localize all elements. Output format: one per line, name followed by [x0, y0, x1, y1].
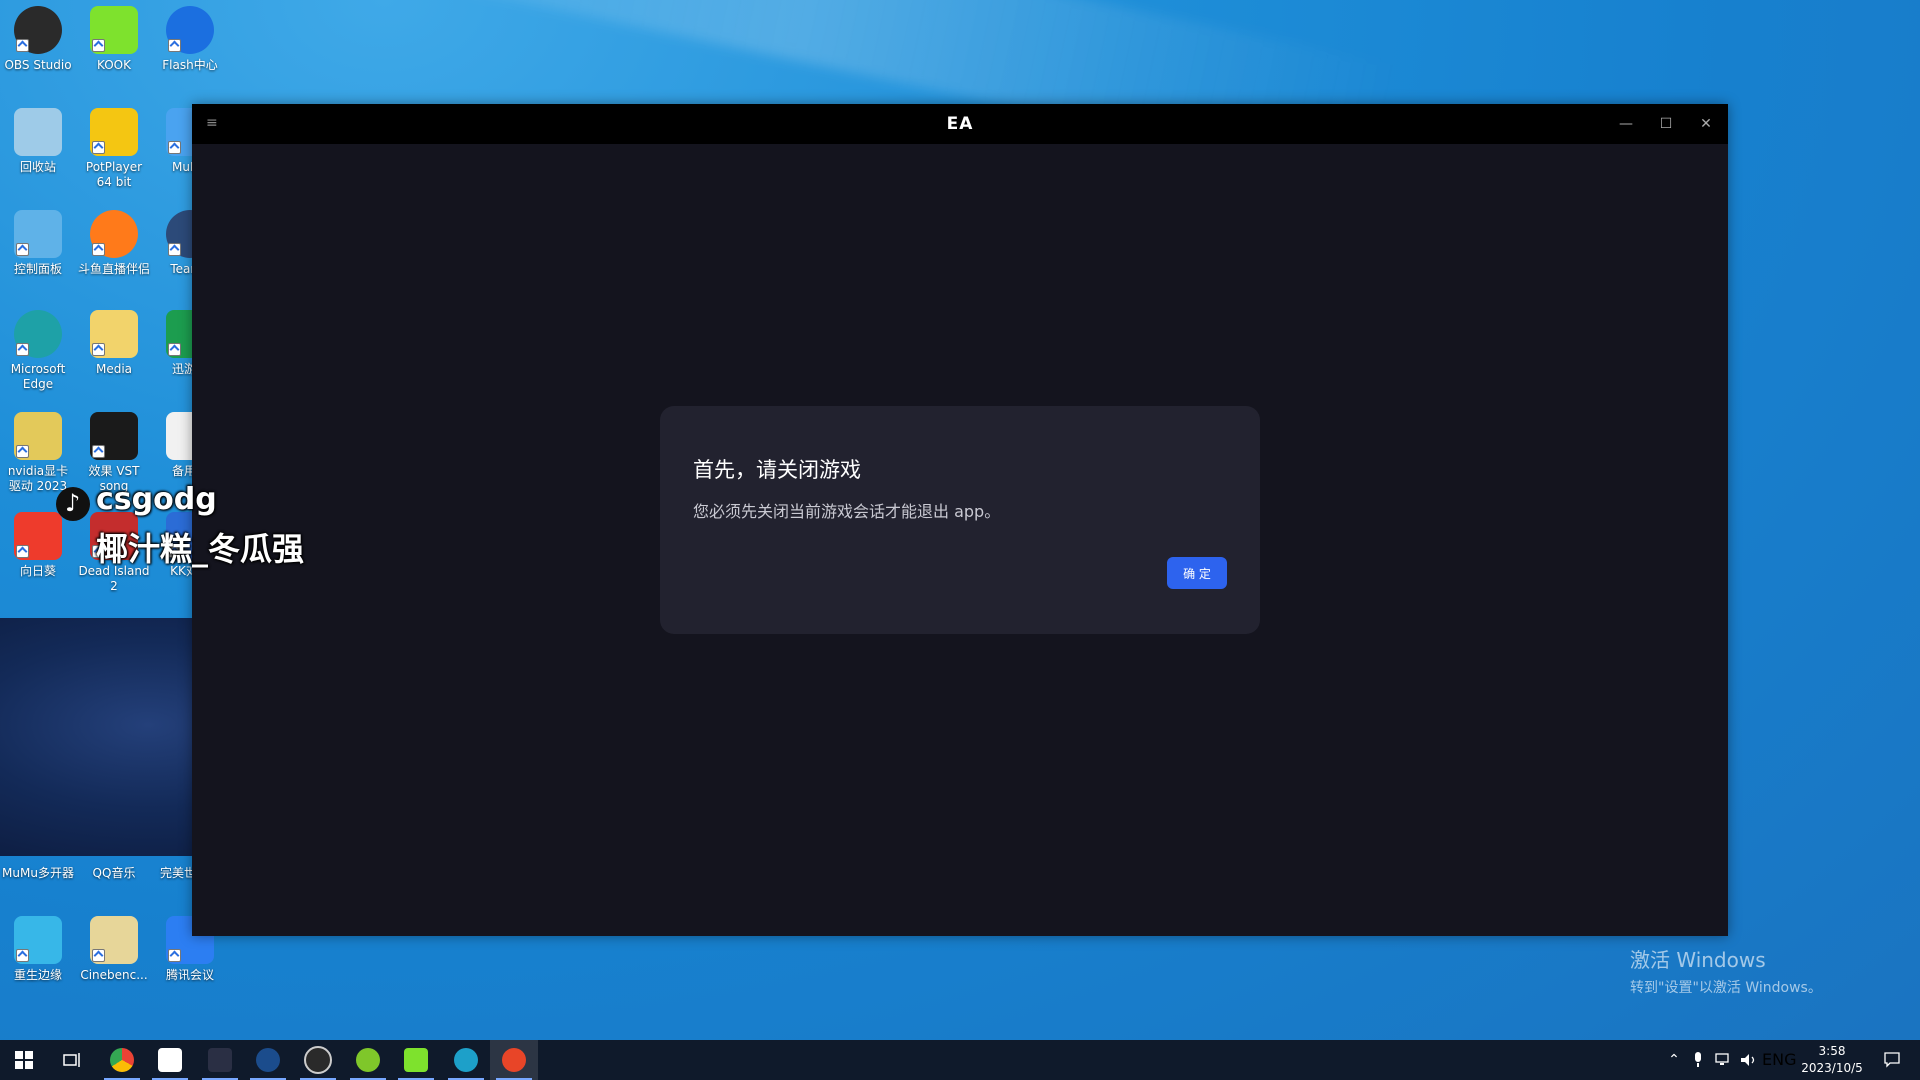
activate-subtitle: 转到"设置"以激活 Windows。: [1630, 980, 1822, 996]
desktop-icon-label: Cinebenc...: [80, 968, 148, 982]
douyu-icon: [90, 210, 138, 258]
potplayer-icon: [90, 108, 138, 156]
app-se-icon: [208, 1048, 232, 1072]
notification-icon: [1884, 1052, 1900, 1068]
recycle-bin-icon: [14, 108, 62, 156]
tiktok-subtitle: 椰汁糕_冬瓜强: [96, 530, 305, 568]
network-icon: [1715, 1053, 1729, 1065]
show-hidden-icons-button[interactable]: ⌃: [1664, 1040, 1684, 1080]
close-game-dialog: 首先，请关闭游戏 您必须先关闭当前游戏会话才能退出 app。 确 定: [660, 406, 1260, 634]
folder-icon: [14, 412, 62, 460]
taskbar-ea[interactable]: [490, 1040, 538, 1080]
desktop-icon-label: QQ音乐: [92, 866, 136, 880]
steam-icon: [256, 1048, 280, 1072]
minimize-button[interactable]: —: [1612, 112, 1640, 136]
control-panel-icon: [14, 210, 62, 258]
ea-titlebar: ≡ EA — ☐ ✕: [192, 104, 1728, 144]
taskbar-teal-app[interactable]: [442, 1040, 490, 1080]
ok-button[interactable]: 确 定: [1167, 557, 1227, 589]
dialog-title: 首先，请关闭游戏: [693, 458, 861, 482]
window-title: EA: [946, 114, 974, 134]
chrome-icon: [110, 1048, 134, 1072]
microphone-icon: [1695, 1052, 1701, 1067]
app-green-icon: [356, 1048, 380, 1072]
desktop-icon-control-panel[interactable]: 控制面板: [2, 210, 74, 277]
folder-icon: [90, 916, 138, 964]
obs-icon: [14, 6, 62, 54]
desktop-icon-mumu-multi[interactable]: MuMu多开器: [2, 866, 74, 881]
desktop-icon-label: 斗鱼直播伴侣: [78, 262, 151, 276]
rebirth-icon: [14, 916, 62, 964]
close-button[interactable]: ✕: [1692, 112, 1720, 136]
vst-icon: [90, 412, 138, 460]
obs-icon: [304, 1046, 332, 1074]
edge-icon: [14, 310, 62, 358]
taskbar-se[interactable]: [196, 1040, 244, 1080]
desktop-icon-sunlogin[interactable]: 向日葵: [2, 512, 74, 579]
taskbar-vst[interactable]: [146, 1040, 194, 1080]
ea-app-window: ≡ EA — ☐ ✕ 首先，请关闭游戏 您必须先关闭当前游戏会话才能退出 app…: [192, 104, 1728, 936]
desktop-icon-nvidia[interactable]: nvidia显卡驱动 2023: [2, 412, 74, 494]
start-button[interactable]: [0, 1040, 48, 1080]
desktop-icon-label: PotPlayer 64 bit: [85, 160, 143, 189]
input-language[interactable]: ENG: [1762, 1040, 1796, 1080]
tiktok-username: csgodg: [96, 482, 217, 517]
windows-logo-icon: [15, 1051, 33, 1069]
desktop-icon-potplayer[interactable]: PotPlayer 64 bit: [78, 108, 150, 190]
chevron-up-icon: ⌃: [1668, 1052, 1680, 1068]
desktop-icon-rebirth[interactable]: 重生边缘: [2, 916, 74, 983]
clock-date: 2023/10/5: [1801, 1061, 1863, 1075]
ea-icon: [502, 1048, 526, 1072]
activate-title: 激活 Windows: [1630, 948, 1766, 972]
tiktok-logo-icon: [56, 487, 90, 521]
notification-center-button[interactable]: [1874, 1040, 1910, 1080]
sunlogin-icon: [14, 512, 62, 560]
desktop-icon-media[interactable]: Media: [78, 310, 150, 377]
taskbar-green-app[interactable]: [344, 1040, 392, 1080]
taskbar-chrome[interactable]: [98, 1040, 146, 1080]
taskbar-kook[interactable]: [392, 1040, 440, 1080]
task-view-icon: [63, 1053, 80, 1067]
desktop-icon-qqmusic[interactable]: QQ音乐: [78, 866, 150, 881]
desktop-icon-edge[interactable]: Microsoft Edge: [2, 310, 74, 392]
app-teal-icon: [454, 1048, 478, 1072]
speaker-icon: [1741, 1054, 1755, 1066]
dialog-message: 您必须先关闭当前游戏会话才能退出 app。: [693, 502, 1001, 521]
activate-windows-watermark: 激活 Windows 转到"设置"以激活 Windows。: [1630, 944, 1822, 997]
desktop-icon-recycle-bin[interactable]: 回收站: [2, 108, 74, 175]
system-clock[interactable]: 3:58 2023/10/5: [1792, 1043, 1872, 1077]
desktop-icon-obs[interactable]: OBS Studio: [2, 6, 74, 73]
volume-tray[interactable]: [1738, 1040, 1760, 1080]
folder-icon: [90, 310, 138, 358]
taskbar: ⌃ ENG 3:58 2023/10/5: [0, 1040, 1920, 1080]
task-view-button[interactable]: [48, 1040, 96, 1080]
app-vst-icon: [158, 1048, 182, 1072]
desktop-icon-douyu[interactable]: 斗鱼直播伴侣: [78, 210, 150, 277]
kook-icon: [404, 1048, 428, 1072]
flash-icon: [166, 6, 214, 54]
desktop-icon-label: Microsoft Edge: [10, 362, 66, 391]
desktop: OBS Studio 回收站 控制面板 Microsoft Edge nvidi…: [0, 0, 1920, 1080]
desktop-icon-label: 腾讯会议: [165, 968, 214, 982]
kook-icon: [90, 6, 138, 54]
desktop-icon-label: 向日葵: [19, 564, 56, 578]
microphone-tray[interactable]: [1688, 1040, 1708, 1080]
desktop-icon-cinebench[interactable]: Cinebenc...: [78, 916, 150, 983]
desktop-icon-label: Flash中心: [162, 58, 218, 72]
desktop-icon-label: 控制面板: [13, 262, 62, 276]
desktop-icon-label: KOOK: [97, 58, 131, 72]
clock-time: 3:58: [1818, 1044, 1846, 1058]
desktop-icon-label: MuMu多开器: [2, 866, 74, 880]
desktop-icon-label: 重生边缘: [13, 968, 62, 982]
desktop-icon-label: Media: [95, 362, 133, 376]
taskbar-steam[interactable]: [244, 1040, 292, 1080]
desktop-icon-label: OBS Studio: [4, 58, 72, 72]
desktop-icon-flash[interactable]: Flash中心: [154, 6, 226, 73]
desktop-icon-kook[interactable]: KOOK: [78, 6, 150, 73]
taskbar-obs[interactable]: [294, 1040, 342, 1080]
maximize-button[interactable]: ☐: [1652, 112, 1680, 136]
network-tray[interactable]: [1712, 1040, 1736, 1080]
desktop-icon-label: 回收站: [19, 160, 56, 174]
